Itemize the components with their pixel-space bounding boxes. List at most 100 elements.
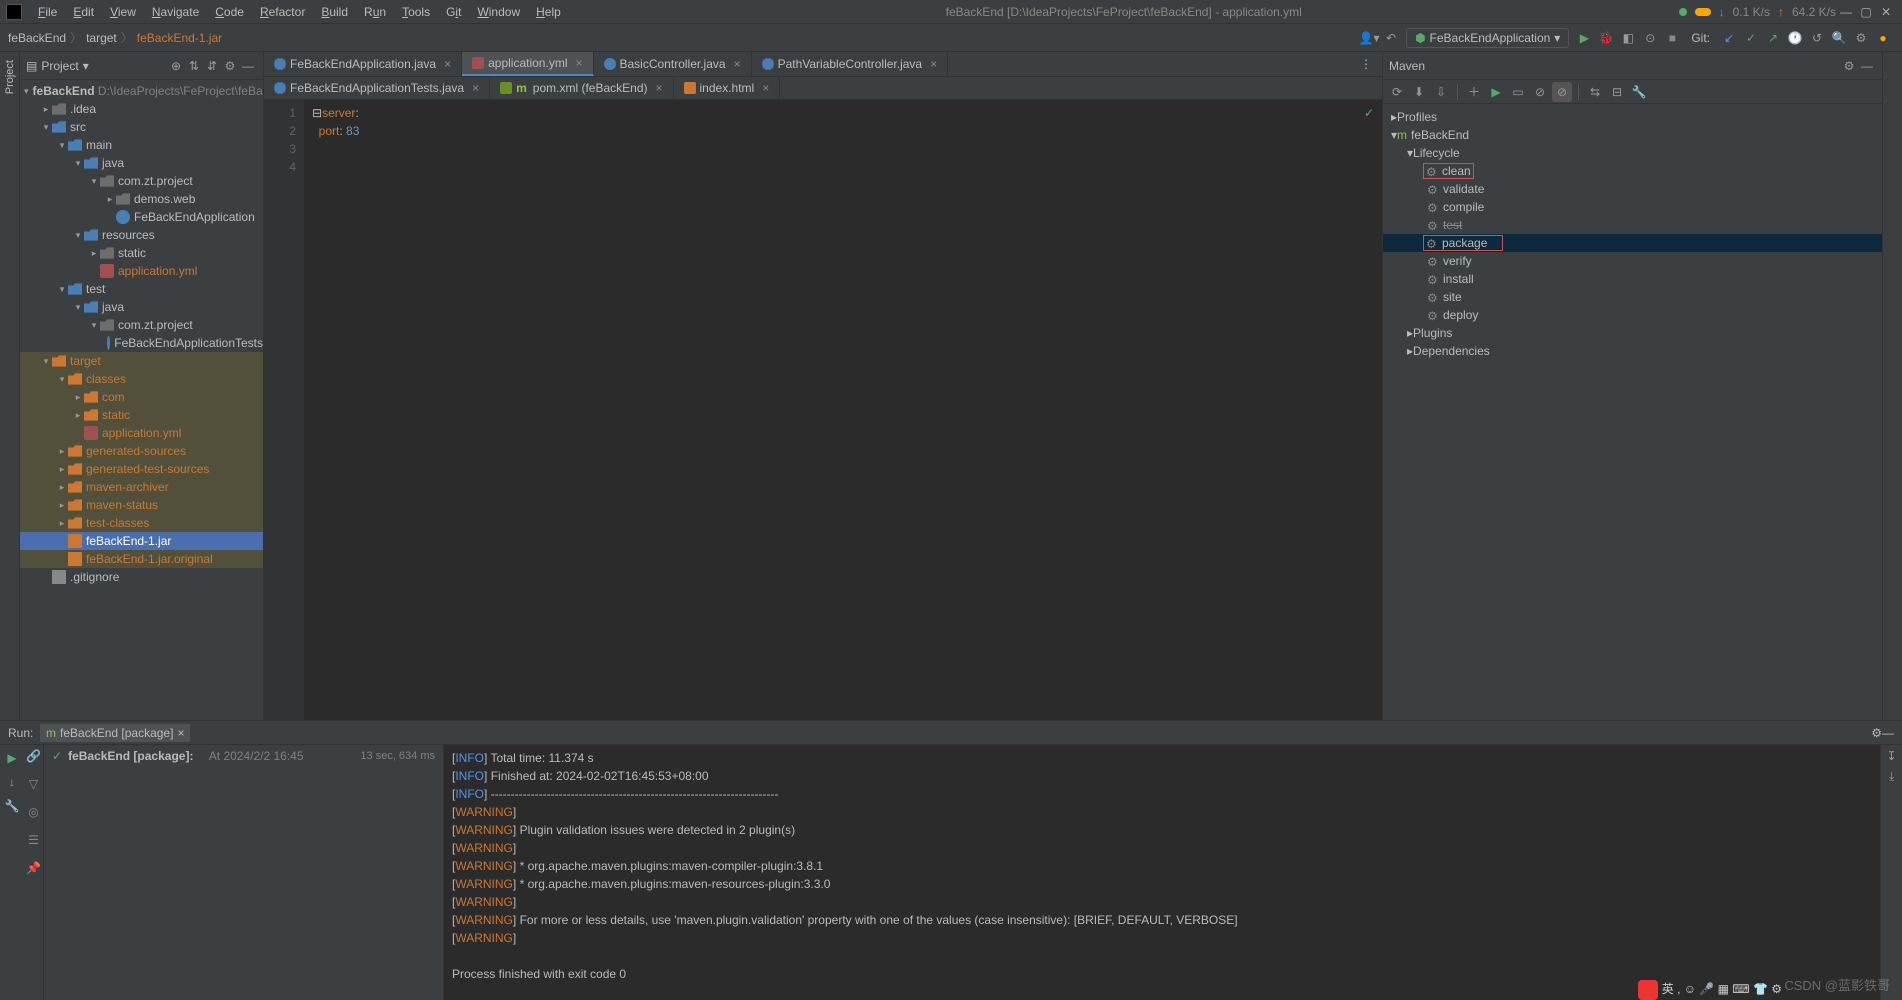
tab-tests[interactable]: FeBackEndApplicationTests.java× (264, 77, 490, 99)
maven-settings2-button[interactable]: 🔧 (1629, 82, 1649, 102)
close-icon[interactable]: × (734, 57, 741, 71)
funnel-icon[interactable]: ▽ (29, 777, 38, 791)
settings-button[interactable]: ⚙ (1850, 27, 1872, 49)
maximize-button[interactable]: ▢ (1856, 5, 1876, 19)
soft-wrap-icon[interactable]: ↧ (1886, 749, 1896, 763)
run-side-icons: 🔗 ▽ ◎ ☰ 📌 (24, 745, 44, 1000)
close-icon[interactable]: × (575, 56, 582, 70)
link-icon[interactable]: 🔗 (26, 749, 41, 763)
pin-icon[interactable]: 📌 (26, 861, 41, 875)
debug-button[interactable]: 🐞 (1595, 27, 1617, 49)
git-update-button[interactable]: ↙ (1718, 27, 1740, 49)
tab-application-yml[interactable]: application.yml× (462, 52, 593, 76)
menu-git[interactable]: Git (438, 3, 469, 21)
close-icon[interactable]: × (762, 81, 769, 95)
git-label: Git: (1691, 31, 1710, 45)
run-tree[interactable]: ✓feBackEnd [package]: At 2024/2/2 16:451… (44, 745, 444, 1000)
target-icon[interactable]: ◎ (28, 805, 38, 819)
menu-code[interactable]: Code (207, 3, 252, 21)
maven-settings-button[interactable]: ⚙ (1840, 59, 1858, 73)
git-push-button[interactable]: ↗ (1762, 27, 1784, 49)
git-history-button[interactable]: 🕐 (1784, 27, 1806, 49)
run-panel-settings-button[interactable]: ⚙ (1871, 726, 1882, 740)
maven-skip-tests-button[interactable]: ⊘ (1552, 82, 1572, 102)
maven-collapse-button[interactable]: ⊟ (1607, 82, 1627, 102)
menu-edit[interactable]: Edit (65, 3, 102, 21)
maven-tree[interactable]: ▸Profiles ▾mfeBackEnd ▾Lifecycle ⚙clean … (1383, 104, 1882, 720)
gear-icon: ⚙ (1427, 201, 1439, 213)
menu-build[interactable]: Build (313, 3, 356, 21)
collapse-all-button[interactable]: ⇵ (203, 59, 221, 73)
gear-icon: ⚙ (1426, 165, 1438, 177)
maven-run-button[interactable]: ▶ (1486, 82, 1506, 102)
code-editor[interactable]: 1234 ⊟server: port: 83 ✓ (264, 100, 1382, 720)
tab-pom[interactable]: mpom.xml (feBackEnd)× (490, 77, 673, 99)
git-commit-button[interactable]: ✓ (1740, 27, 1762, 49)
tab-index[interactable]: index.html× (674, 77, 781, 99)
stop-button[interactable]: ■ (1661, 27, 1683, 49)
menu-navigate[interactable]: Navigate (144, 3, 207, 21)
breadcrumb-target[interactable]: target (86, 31, 117, 45)
project-tool-tab[interactable]: Project (2, 52, 18, 102)
run-tab[interactable]: mfeBackEnd [package]× (40, 724, 190, 742)
panel-settings-button[interactable]: ⚙ (221, 59, 239, 73)
coverage-button[interactable]: ◧ (1617, 27, 1639, 49)
minimize-button[interactable]: — (1836, 5, 1856, 19)
tab-basiccontroller[interactable]: BasicController.java× (594, 52, 752, 76)
maven-add-button[interactable]: ＋ (1464, 82, 1484, 102)
close-icon[interactable]: × (472, 81, 479, 95)
tab-pathvariable[interactable]: PathVariableController.java× (752, 52, 949, 76)
maven-download-button[interactable]: ⇩ (1431, 82, 1451, 102)
maven-generate-button[interactable]: ⬇ (1409, 82, 1429, 102)
maven-execute-button[interactable]: ▭ (1508, 82, 1528, 102)
console-output[interactable]: [INFO] Total time: 11.374 s [INFO] Finis… (444, 745, 1880, 1000)
menu-tools[interactable]: Tools (394, 3, 438, 21)
list-icon[interactable]: ☰ (28, 833, 39, 847)
menu-window[interactable]: Window (469, 3, 528, 21)
close-icon[interactable]: × (177, 726, 184, 740)
maven-reload-button[interactable]: ⟳ (1387, 82, 1407, 102)
select-opened-file-button[interactable]: ⊕ (167, 59, 185, 73)
breadcrumb-root[interactable]: feBackEnd (8, 31, 66, 45)
run-panel-hide-button[interactable]: — (1882, 726, 1894, 740)
project-tree[interactable]: ▾feBackEnd D:\IdeaProjects\FeProject\feB… (20, 80, 263, 720)
maven-toggle-offline-button[interactable]: ⊘ (1530, 82, 1550, 102)
menu-refactor[interactable]: Refactor (252, 3, 313, 21)
hide-panel-button[interactable]: — (239, 59, 257, 73)
profile-button[interactable]: ⊙ (1639, 27, 1661, 49)
gear-icon: ⚙ (1427, 273, 1439, 285)
stop-run-button[interactable]: ↓ (9, 775, 15, 789)
close-icon[interactable]: × (930, 57, 937, 71)
inspection-ok-icon[interactable]: ✓ (1364, 106, 1374, 120)
tabs-menu-button[interactable]: ⋮ (1350, 52, 1382, 76)
wrench-icon[interactable]: 🔧 (5, 799, 20, 813)
editor-tabs-row1: FeBackEndApplication.java× application.y… (264, 52, 1382, 77)
search-everywhere-button[interactable]: 🔍 (1828, 27, 1850, 49)
menu-help[interactable]: Help (528, 3, 569, 21)
close-icon[interactable]: × (444, 57, 451, 71)
tab-febackendapp[interactable]: FeBackEndApplication.java× (264, 52, 462, 76)
avatar-icon[interactable]: ● (1872, 27, 1894, 49)
back-button[interactable]: ↶ (1380, 27, 1402, 49)
run-button[interactable]: ▶ (1573, 27, 1595, 49)
git-rollback-button[interactable]: ↺ (1806, 27, 1828, 49)
scroll-end-icon[interactable]: ⤓ (1889, 769, 1894, 784)
maven-title: Maven (1389, 59, 1425, 73)
run-config-dropdown[interactable]: ⬢ FeBackEndApplication▾ (1406, 28, 1569, 48)
close-icon[interactable]: × (655, 81, 662, 95)
left-tool-strip: Project (0, 52, 20, 720)
expand-all-button[interactable]: ⇅ (185, 59, 203, 73)
run-label: Run: (8, 726, 33, 740)
maven-show-deps-button[interactable]: ⇆ (1585, 82, 1605, 102)
rerun-button[interactable]: ▶ (7, 751, 16, 765)
menu-file[interactable]: File (30, 3, 65, 21)
maven-hide-button[interactable]: — (1858, 59, 1876, 73)
breadcrumb-jar[interactable]: feBackEnd-1.jar (137, 31, 222, 45)
close-window-button[interactable]: ✕ (1876, 5, 1896, 19)
sogou-icon[interactable] (1638, 980, 1658, 1000)
menu-run[interactable]: Run (356, 3, 394, 21)
menu-view[interactable]: View (102, 3, 144, 21)
window-title: feBackEnd [D:\IdeaProjects\FeProject\feB… (569, 5, 1679, 19)
user-icon[interactable]: 👤▾ (1358, 27, 1380, 49)
gear-icon: ⚙ (1427, 255, 1439, 267)
